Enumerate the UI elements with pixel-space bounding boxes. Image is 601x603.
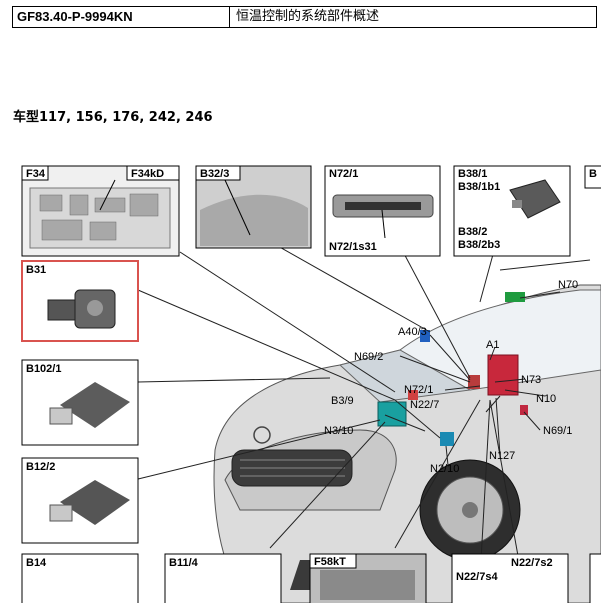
label-b38-1: B38/1 bbox=[458, 168, 487, 180]
label-n69-1: N69/1 bbox=[543, 425, 572, 437]
document-title: 恒温控制的系统部件概述 bbox=[236, 9, 380, 24]
label-a1: A1 bbox=[486, 339, 499, 351]
component-a1 bbox=[487, 354, 519, 396]
label-n72-1-car: N72/1 bbox=[404, 384, 433, 396]
component-n69-1 bbox=[520, 405, 528, 415]
label-n69-2: N69/2 bbox=[354, 351, 383, 363]
label-n10: N10 bbox=[536, 393, 556, 405]
label-b32-3: B32/3 bbox=[200, 168, 229, 180]
label-b102-1: B102/1 bbox=[26, 363, 61, 375]
label-n22-7: N22/7 bbox=[410, 399, 439, 411]
label-b31: B31 bbox=[26, 264, 46, 276]
label-b12-2: B12/2 bbox=[26, 461, 55, 473]
callout-box-f34: F34 F34kD bbox=[21, 165, 180, 257]
callout-box-n22-7s: N22/7s2 N22/7s4 bbox=[451, 553, 569, 603]
callout-box-n72-1: N72/1 N72/1s31 bbox=[324, 165, 441, 257]
callout-box-b102-1: B102/1 bbox=[21, 359, 139, 446]
callout-box-f58kt: F58kT bbox=[309, 553, 427, 603]
callout-box-b11-4: B11/4 bbox=[164, 553, 282, 603]
label-b-edge: B bbox=[589, 168, 597, 180]
label-b38-1b1: B38/1b1 bbox=[458, 181, 500, 193]
label-b3-9: B3/9 bbox=[331, 395, 354, 407]
label-n3-10: N3/10 bbox=[324, 425, 353, 437]
label-f34kd: F34kD bbox=[131, 168, 164, 180]
document-code: GF83.40-P-9994KN bbox=[13, 7, 230, 27]
callout-box-edge-bottom bbox=[589, 553, 601, 603]
callout-box-b32-3: B32/3 bbox=[195, 165, 312, 249]
label-b11-4: B11/4 bbox=[169, 557, 199, 569]
label-b38-2: B38/2 bbox=[458, 226, 487, 238]
callout-box-b38: B38/1 B38/1b1 B38/2 B38/2b3 bbox=[453, 165, 571, 257]
label-n22-7s4: N22/7s4 bbox=[456, 571, 498, 583]
callout-box-b12-2: B12/2 bbox=[21, 457, 139, 544]
component-n70 bbox=[505, 292, 525, 302]
label-n2-10: N2/10 bbox=[430, 463, 459, 475]
callout-box-b31: B31 bbox=[21, 260, 139, 342]
label-n73: N73 bbox=[521, 374, 541, 386]
label-a40-3: A40/3 bbox=[398, 326, 427, 338]
callout-box-b14: B14 bbox=[21, 553, 139, 603]
label-b14: B14 bbox=[26, 557, 47, 569]
label-n70: N70 bbox=[558, 279, 578, 291]
component-location-diagram: F34 F34kD B32/3 N72/1 N72/1s31 B38/1 B38… bbox=[21, 165, 601, 603]
vehicle-model-line: 车型117, 156, 176, 242, 246 bbox=[13, 110, 213, 125]
label-n127: N127 bbox=[489, 450, 515, 462]
label-n72-1s31: N72/1s31 bbox=[329, 241, 377, 253]
component-n2-10 bbox=[440, 432, 454, 446]
label-n22-7s2: N22/7s2 bbox=[511, 557, 553, 569]
callout-box-b-edge: B bbox=[584, 165, 601, 189]
label-b38-2b3: B38/2b3 bbox=[458, 239, 500, 251]
label-f34: F34 bbox=[26, 168, 46, 180]
label-n72-1: N72/1 bbox=[329, 168, 358, 180]
document-header-table: GF83.40-P-9994KN 恒温控制的系统部件概述 bbox=[12, 6, 597, 28]
label-f58kt: F58kT bbox=[314, 556, 346, 568]
